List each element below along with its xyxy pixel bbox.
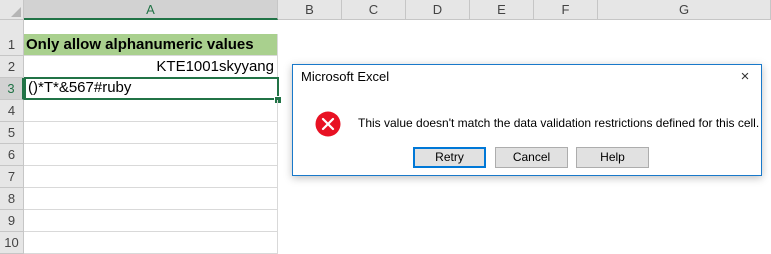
row-header-8[interactable]: 8 [0, 188, 24, 210]
cell-a4[interactable] [24, 100, 278, 122]
header-gap [0, 20, 24, 34]
column-header-f[interactable]: F [534, 0, 598, 20]
cell-a2[interactable]: KTE1001skyyang [24, 56, 278, 78]
cancel-button[interactable]: Cancel [495, 147, 568, 168]
column-header-d[interactable]: D [406, 0, 470, 20]
column-header-e[interactable]: E [470, 0, 534, 20]
cell-a10[interactable] [24, 232, 278, 254]
column-header-c[interactable]: C [342, 0, 406, 20]
row-header-7[interactable]: 7 [0, 166, 24, 188]
row-header-1[interactable]: 1 [0, 34, 24, 56]
select-all-triangle [11, 7, 21, 17]
cell-a8[interactable] [24, 188, 278, 210]
select-all-corner[interactable] [0, 0, 24, 20]
retry-button[interactable]: Retry [413, 147, 486, 168]
validation-error-dialog: Microsoft Excel × This value doesn't mat… [292, 64, 762, 176]
row-header-5[interactable]: 5 [0, 122, 24, 144]
row-header-6[interactable]: 6 [0, 144, 24, 166]
row-header-2[interactable]: 2 [0, 56, 24, 78]
dialog-message: This value doesn't match the data valida… [358, 116, 760, 130]
cell-a5[interactable] [24, 122, 278, 144]
cell-a3[interactable]: ()*T*&567#ruby [24, 77, 279, 100]
cell-a6[interactable] [24, 144, 278, 166]
row-header-10[interactable]: 10 [0, 232, 24, 254]
row-header-9[interactable]: 9 [0, 210, 24, 232]
close-icon[interactable]: × [729, 65, 761, 89]
help-button[interactable]: Help [576, 147, 649, 168]
error-icon [315, 111, 341, 137]
dialog-titlebar[interactable]: Microsoft Excel × [293, 65, 761, 89]
dialog-title: Microsoft Excel [301, 69, 390, 84]
row-header-4[interactable]: 4 [0, 100, 24, 122]
row-header-3[interactable]: 3 [0, 78, 24, 100]
cell-a1[interactable]: Only allow alphanumeric values [24, 34, 278, 56]
column-header-a[interactable]: A [24, 0, 278, 20]
column-header-b[interactable]: B [278, 0, 342, 20]
cell-a7[interactable] [24, 166, 278, 188]
column-header-g[interactable]: G [598, 0, 771, 20]
cell-a9[interactable] [24, 210, 278, 232]
